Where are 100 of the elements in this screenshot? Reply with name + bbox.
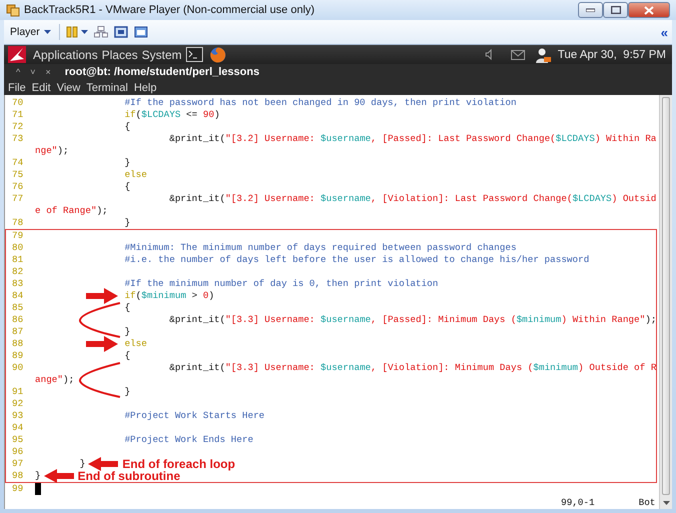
code-line: #i.e. the number of days left before the user is allowed to change his/her password	[124, 254, 590, 266]
annotation-label: End of foreach loop	[122, 458, 236, 470]
scrollbar[interactable]	[659, 95, 672, 509]
terminal-icon[interactable]	[186, 47, 203, 62]
code-line: {	[124, 181, 130, 193]
menu-item[interactable]: Terminal	[86, 82, 128, 94]
line-number: 88	[12, 338, 24, 349]
line-number: 70	[12, 97, 24, 108]
line-number: 75	[12, 169, 24, 180]
menu-item[interactable]: Help	[134, 82, 157, 94]
close-button[interactable]	[628, 2, 670, 18]
title-button[interactable]: ^	[16, 67, 20, 77]
line-number: 90	[12, 362, 24, 373]
clock[interactable]: Tue Apr 30, 9:57 PM	[558, 48, 666, 60]
curve-annotation	[77, 301, 121, 339]
caret-icon[interactable]	[80, 30, 88, 34]
title-button[interactable]: ˅	[30, 67, 36, 77]
code-line: #Project Work Starts Here	[124, 410, 265, 422]
pause-icon[interactable]	[66, 26, 78, 38]
menu-item[interactable]: Edit	[32, 82, 51, 94]
curve-annotation	[77, 361, 121, 399]
line-number: 95	[12, 434, 24, 445]
user-icon[interactable]	[534, 46, 551, 62]
speaker-icon[interactable]	[484, 49, 494, 60]
scroll-down-icon[interactable]	[663, 501, 670, 505]
code-line: &print_it("[3.3] Username: $username, [Passed]: Minimum Days ($minimum) Within Range");	[169, 314, 656, 326]
code-line: ange");	[35, 374, 74, 386]
line-number: 98	[12, 470, 24, 481]
player-menu[interactable]: Player	[8, 26, 53, 38]
line-number: 92	[12, 398, 24, 409]
code-line: &print_it("[3.3] Username: $username, [Violation]: Minimum Days ($minimum) Outside of R	[169, 362, 656, 374]
line-number: 79	[12, 230, 24, 241]
title-button[interactable]: ×	[46, 67, 51, 77]
code-line: nge");	[35, 145, 69, 157]
arrow-annotation	[86, 288, 118, 304]
line-number: 94	[12, 422, 24, 433]
line-number: 93	[12, 410, 24, 421]
menu-item[interactable]: File	[8, 82, 26, 94]
minimize-button[interactable]	[578, 2, 603, 18]
code-line: &print_it("[3.2] Username: $username, [Violation]: Last Password Change($LCDAYS) Outsid	[169, 193, 656, 205]
code-line: if($minimum > 0)	[124, 290, 214, 302]
code-line: }	[124, 326, 130, 338]
line-number: 71	[12, 109, 24, 120]
line-number: 80	[12, 242, 24, 253]
line-number: 96	[12, 446, 24, 457]
line-number: 87	[12, 326, 24, 337]
code-line: #Minimum: The minimum number of days required between password changes	[124, 242, 516, 254]
window-title: BackTrack5R1 - VMware Player (Non-commercial use only)	[24, 4, 315, 16]
code-line: #Project Work Ends Here	[124, 434, 254, 446]
cursor-position: 99,0-1	[561, 496, 595, 508]
code-line: {	[124, 350, 130, 362]
fullscreen-icon[interactable]	[114, 26, 128, 38]
arrow-annotation	[44, 468, 74, 482]
annotation-label: End of subroutine	[78, 470, 180, 482]
close-icon	[644, 6, 654, 14]
line-number: 81	[12, 254, 24, 265]
code-line: else	[124, 338, 147, 350]
line-number: 97	[12, 458, 24, 469]
code-line: e of Range");	[35, 205, 108, 217]
minimize-icon	[586, 8, 595, 12]
code-line: }	[124, 217, 130, 229]
code-line: &print_it("[3.2] Username: $username, [Passed]: Last Password Change($LCDAYS) Within Ra	[169, 133, 656, 145]
line-number: 99	[12, 483, 24, 494]
code-line: else	[124, 169, 147, 181]
line-number: 86	[12, 314, 24, 325]
code-line: }	[35, 470, 41, 482]
network-icon[interactable]	[94, 26, 108, 38]
code-line: }	[124, 386, 130, 398]
code-line: }	[80, 458, 86, 470]
line-number: 84	[12, 290, 24, 301]
line-number: 82	[12, 266, 24, 277]
menu-item[interactable]: View	[56, 82, 80, 94]
panel-menu[interactable]: System	[142, 48, 182, 62]
line-number: 78	[12, 217, 24, 228]
line-number: 74	[12, 157, 24, 168]
scroll-position: Bot	[638, 496, 656, 508]
maximize-icon	[610, 6, 620, 14]
code-line: #If the minimum number of day is 0, then print violation	[124, 278, 438, 290]
line-number: 85	[12, 302, 24, 313]
code-line: {	[124, 121, 130, 133]
line-number: 73	[12, 133, 24, 144]
caret-icon	[44, 30, 51, 34]
line-number: 77	[12, 193, 24, 204]
maximize-button[interactable]	[603, 2, 628, 18]
code-line: {	[124, 302, 130, 314]
line-number: 91	[12, 386, 24, 397]
globe-icon[interactable]	[210, 46, 226, 62]
arrow-annotation	[86, 336, 118, 352]
line-number: 76	[12, 181, 24, 192]
panel-menu[interactable]: Places	[102, 48, 138, 62]
code-line: }	[124, 157, 130, 169]
terminal-title: root@bt: /home/student/perl_lessons	[64, 66, 260, 78]
arrow-annotation	[88, 456, 118, 470]
line-number: 72	[12, 121, 24, 132]
mail-icon[interactable]	[510, 50, 525, 60]
line-number: 83	[12, 278, 24, 289]
line-number: 89	[12, 350, 24, 361]
window-icon[interactable]	[134, 26, 148, 38]
collapse-button[interactable]: «	[660, 26, 668, 38]
panel-menu[interactable]: Applications	[33, 48, 98, 62]
